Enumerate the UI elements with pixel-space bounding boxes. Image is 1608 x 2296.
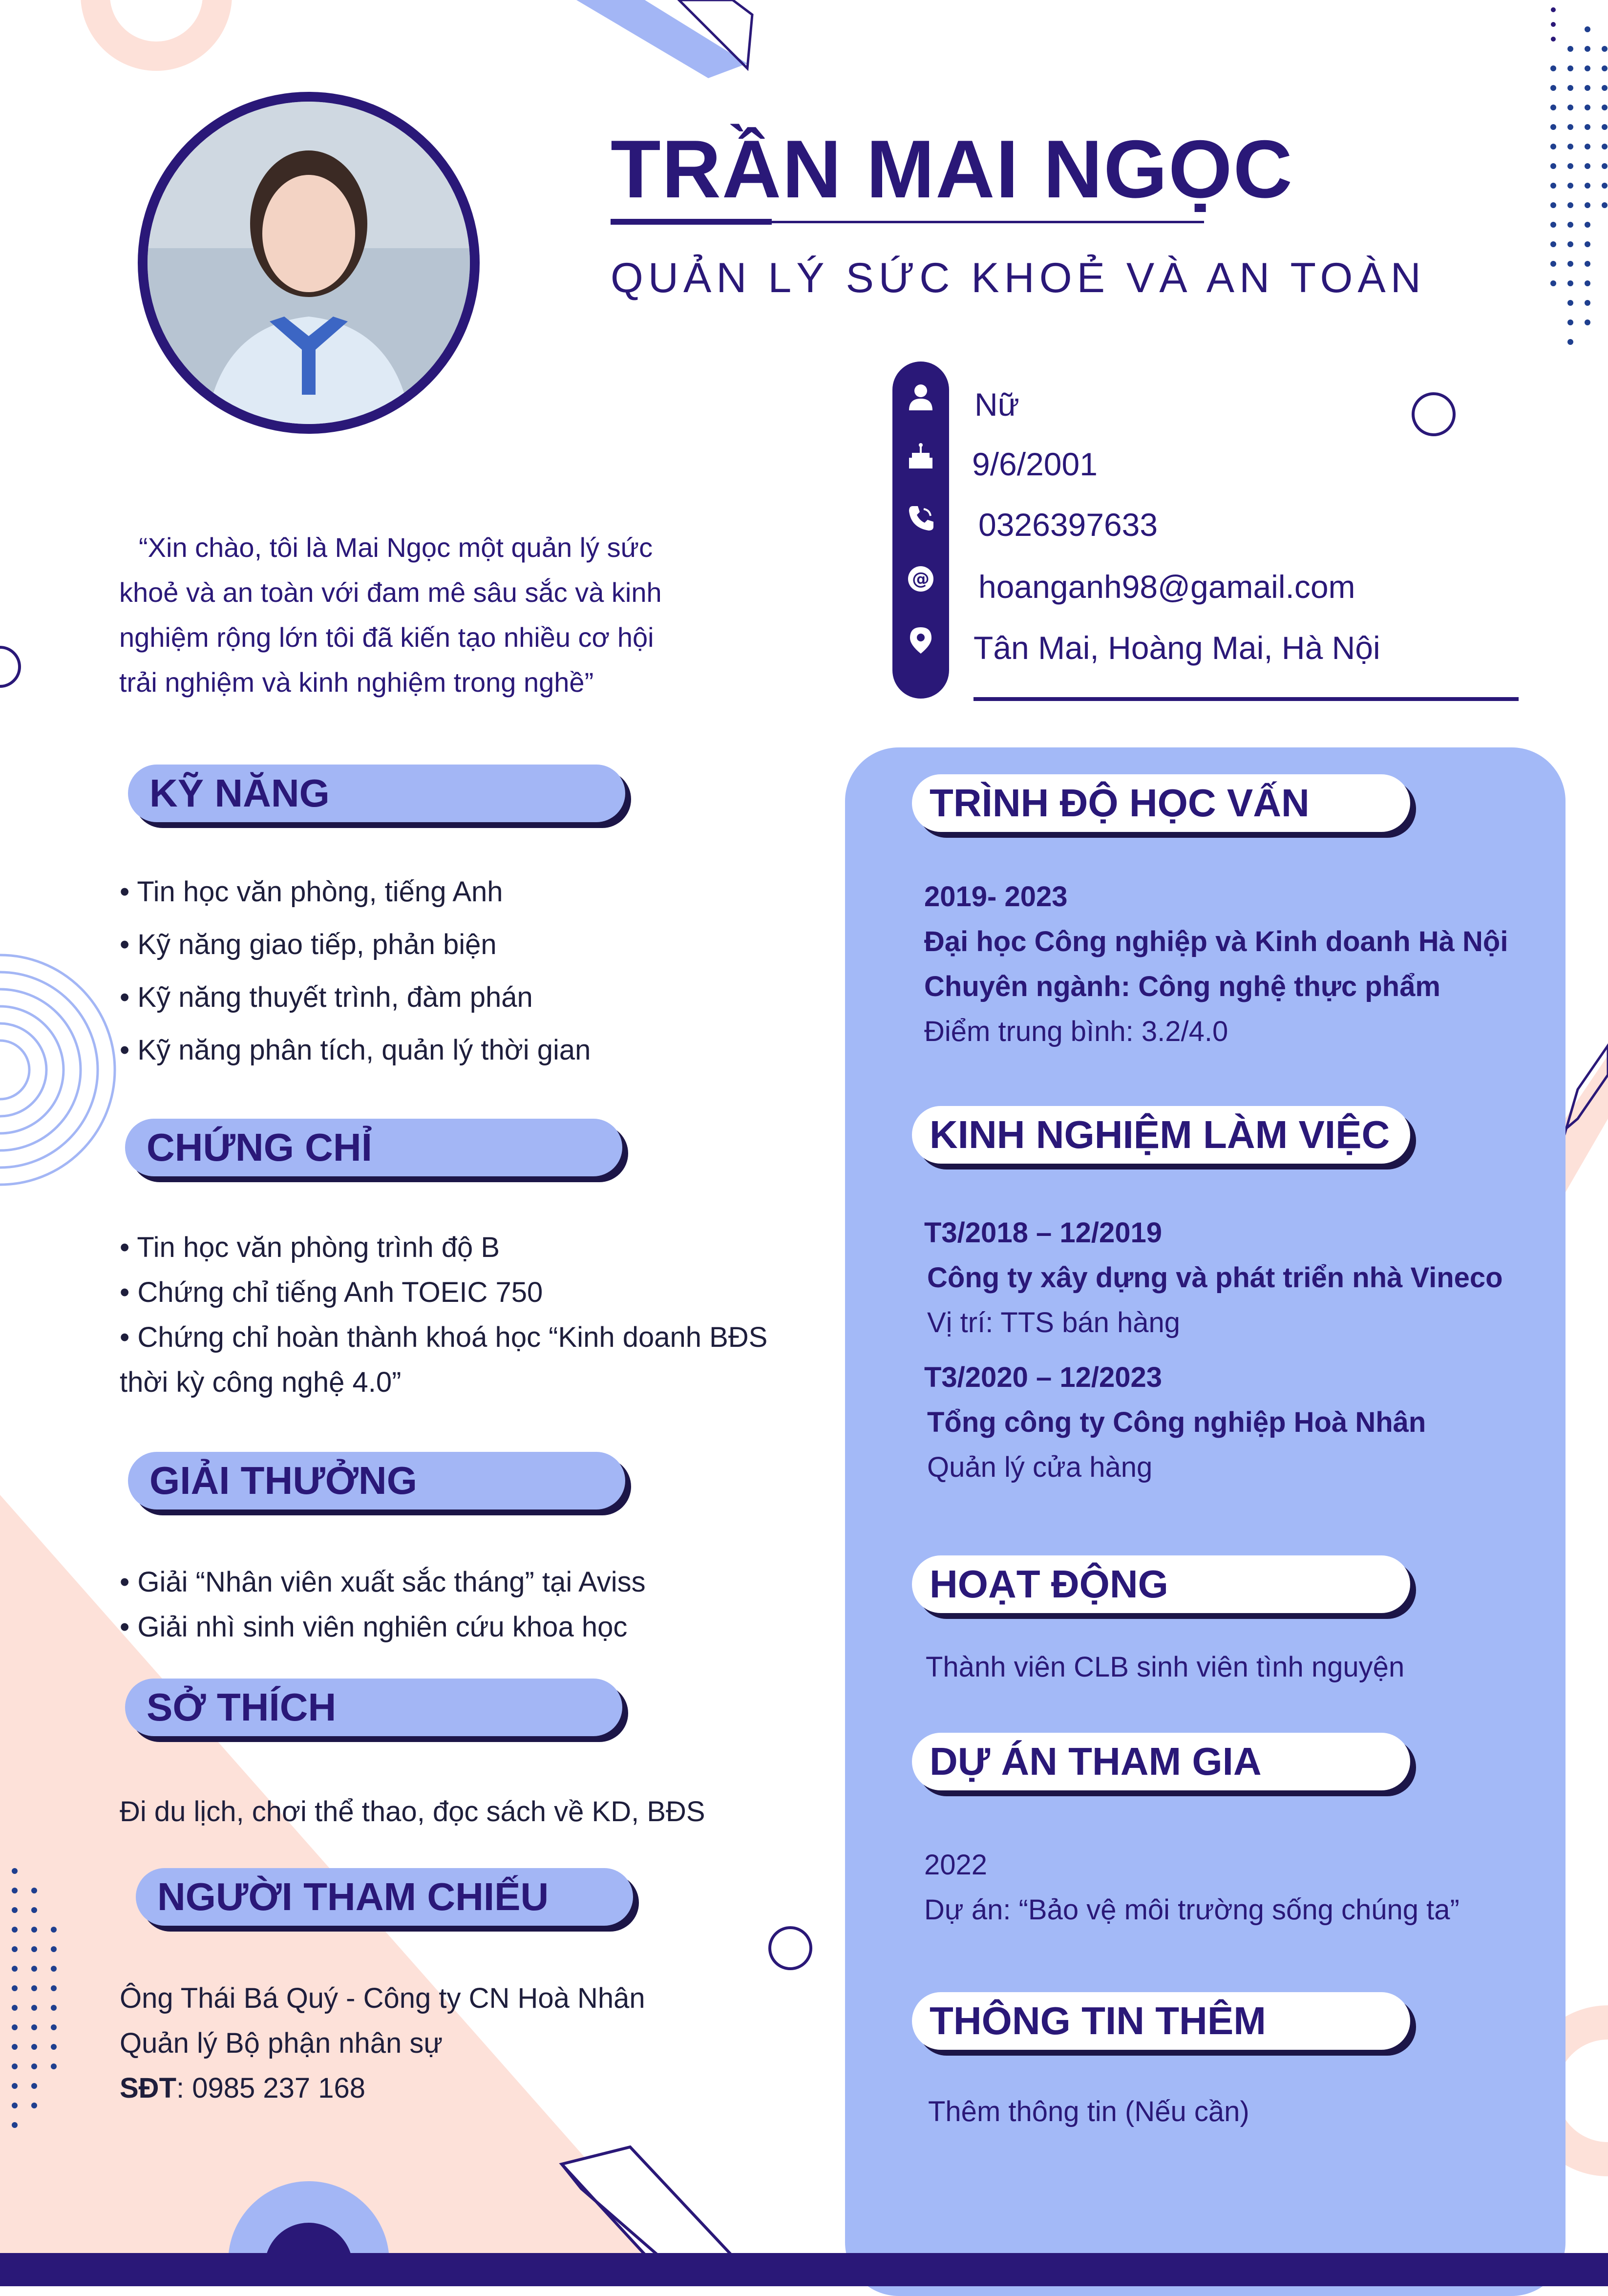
reference-line: Ông Thái Bá Quý - Công ty CN Hoà Nhân xyxy=(120,1982,645,2014)
activities-text: Thành viên CLB sinh viên tình nguyện xyxy=(926,1651,1405,1683)
list-item: • Tin học văn phòng, tiếng Anh xyxy=(120,876,503,908)
education-heading-text: TRÌNH ĐỘ HỌC VẤN xyxy=(930,781,1310,825)
contact-email[interactable]: hoanganh98@gamail.com xyxy=(978,568,1355,605)
person-icon xyxy=(909,384,932,410)
education-heading: TRÌNH ĐỘ HỌC VẤN xyxy=(912,774,1410,832)
photo-placeholder xyxy=(148,102,470,424)
phone-icon xyxy=(909,506,933,531)
contact-phone[interactable]: 0326397633 xyxy=(978,506,1158,543)
education-school: Đại học Công nghiệp và Kinh doanh Hà Nội xyxy=(924,926,1508,957)
education-details: 2019- 2023 Đại học Công nghiệp và Kinh d… xyxy=(924,874,1508,1054)
projects-heading: DỰ ÁN THAM GIA xyxy=(912,1733,1410,1790)
reference-heading: NGƯỜI THAM CHIẾU xyxy=(136,1868,633,1926)
skills-heading-text: KỸ NĂNG xyxy=(149,771,330,815)
contact-address: Tân Mai, Hoàng Mai, Hà Nội xyxy=(973,630,1380,666)
awards-heading: GIẢI THƯỞNG xyxy=(128,1452,625,1509)
reference-details: Ông Thái Bá Quý - Công ty CN Hoà Nhân Qu… xyxy=(120,1976,645,2111)
list-item: • Tin học văn phòng trình độ B xyxy=(120,1232,500,1263)
list-item: • Chứng chỉ tiếng Anh TOEIC 750 xyxy=(120,1276,543,1308)
job-company: Công ty xây dựng và phát triển nhà Vinec… xyxy=(927,1262,1503,1294)
projects-heading-text: DỰ ÁN THAM GIA xyxy=(930,1740,1262,1783)
experience-job: T3/2020 – 12/2023 Tổng công ty Công nghi… xyxy=(924,1355,1426,1490)
job-period: T3/2020 – 12/2023 xyxy=(924,1361,1162,1393)
education-gpa: Điểm trung bình: 3.2/4.0 xyxy=(924,1016,1228,1047)
certificates-heading: CHỨNG CHỈ xyxy=(125,1119,622,1176)
project-year: 2022 xyxy=(924,1849,988,1881)
skills-heading: KỸ NĂNG xyxy=(128,765,625,822)
extra-text: Thêm thông tin (Nếu cần) xyxy=(928,2096,1249,2127)
cake-icon xyxy=(909,443,932,468)
intro-line: nghiệm rộng lớn tôi đã kiến tạo nhiều cơ… xyxy=(119,622,654,653)
experience-heading: KINH NGHIỆM LÀM VIỆC xyxy=(912,1106,1410,1164)
title-underline-accent xyxy=(611,219,772,225)
hobbies-text: Đi du lịch, chơi thể thao, đọc sách về K… xyxy=(120,1796,705,1828)
activities-heading-text: HOẠT ĐỘNG xyxy=(930,1562,1168,1606)
contact-gender: Nữ xyxy=(974,386,1019,423)
experience-job: T3/2018 – 12/2019 Công ty xây dựng và ph… xyxy=(924,1211,1503,1345)
intro-line: trải nghiệm và kinh nghiệm trong nghề” xyxy=(119,667,594,698)
job-title: QUẢN LÝ SỨC KHOẺ VÀ AN TOÀN xyxy=(611,255,1426,301)
reference-phone: SĐT: 0985 237 168 xyxy=(120,2066,645,2111)
reference-phone-label: SĐT xyxy=(120,2072,176,2104)
education-major: Chuyên ngành: Công nghệ thực phẩm xyxy=(924,971,1440,1002)
job-role: Quản lý cửa hàng xyxy=(927,1451,1153,1483)
hobbies-heading: SỞ THÍCH xyxy=(125,1679,622,1736)
certificates-heading-text: CHỨNG CHỈ xyxy=(147,1126,372,1169)
extra-heading-text: THÔNG TIN THÊM xyxy=(930,1999,1266,2042)
contact-underline xyxy=(973,697,1519,701)
certificates-list: • Tin học văn phòng trình độ B • Chứng c… xyxy=(120,1225,767,1405)
contact-icon-bar: @ xyxy=(892,361,949,699)
contact-birthday: 9/6/2001 xyxy=(972,446,1098,482)
experience-heading-text: KINH NGHIỆM LÀM VIỆC xyxy=(930,1113,1390,1156)
list-item: • Kỹ năng thuyết trình, đàm phán xyxy=(120,981,533,1013)
candidate-name: TRẦN MAI NGỌC xyxy=(611,123,1293,215)
svg-text:@: @ xyxy=(912,569,930,589)
skills-list: • Tin học văn phòng, tiếng Anh • Kỹ năng… xyxy=(120,866,591,1077)
list-item: • Giải nhì sinh viên nghiên cứu khoa học xyxy=(120,1611,628,1643)
list-item: • Giải “Nhân viên xuất sắc tháng” tại Av… xyxy=(120,1566,646,1598)
job-period: T3/2018 – 12/2019 xyxy=(924,1217,1162,1249)
intro-quote: “Xin chào, tôi là Mai Ngọc một quản lý s… xyxy=(119,525,700,705)
at-icon: @ xyxy=(908,566,933,592)
hobbies-heading-text: SỞ THÍCH xyxy=(147,1685,337,1729)
reference-line: Quản lý Bộ phận nhân sự xyxy=(120,2027,443,2059)
job-company: Tổng công ty Công nghiệp Hoà Nhân xyxy=(927,1406,1426,1438)
list-item: • Chứng chỉ hoàn thành khoá học “Kinh do… xyxy=(120,1321,768,1353)
reference-phone-value: : 0985 237 168 xyxy=(176,2072,366,2104)
projects-details: 2022 Dự án: “Bảo vệ môi trường sống chún… xyxy=(924,1843,1460,1933)
education-years: 2019- 2023 xyxy=(924,881,1068,913)
list-item: • Kỹ năng giao tiếp, phản biện xyxy=(120,929,497,960)
list-item: thời kỳ công nghệ 4.0” xyxy=(120,1366,402,1398)
intro-line: khoẻ và an toàn với đam mê sâu sắc và ki… xyxy=(119,577,662,608)
activities-heading: HOẠT ĐỘNG xyxy=(912,1555,1410,1613)
job-role: Vị trí: TTS bán hàng xyxy=(927,1307,1180,1339)
intro-line: “Xin chào, tôi là Mai Ngọc một quản lý s… xyxy=(139,532,653,563)
person-silhouette-icon xyxy=(148,102,470,424)
extra-heading: THÔNG TIN THÊM xyxy=(912,1992,1410,2050)
project-text: Dự án: “Bảo vệ môi trường sống chúng ta” xyxy=(924,1894,1460,1926)
location-icon xyxy=(910,627,931,654)
list-item: • Kỹ năng phân tích, quản lý thời gian xyxy=(120,1034,591,1066)
awards-list: • Giải “Nhân viên xuất sắc tháng” tại Av… xyxy=(120,1560,646,1650)
footer-band xyxy=(0,2253,1608,2286)
profile-photo xyxy=(138,92,480,434)
reference-heading-text: NGƯỜI THAM CHIẾU xyxy=(157,1875,549,1918)
awards-heading-text: GIẢI THƯỞNG xyxy=(149,1459,417,1502)
